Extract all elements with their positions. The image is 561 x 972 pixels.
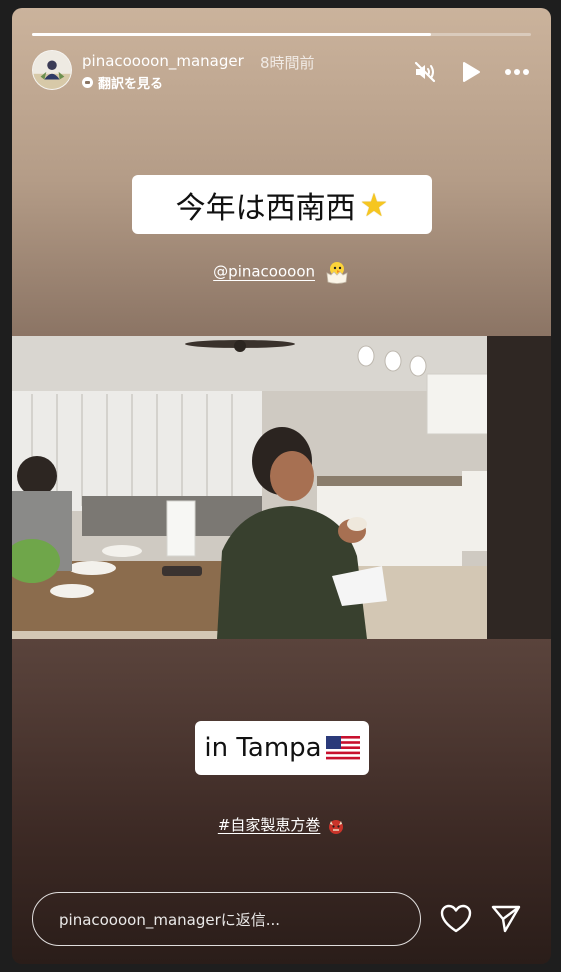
story-controls <box>411 58 531 86</box>
avatar[interactable] <box>32 50 72 90</box>
translate-link[interactable]: 翻訳を見る <box>82 73 163 92</box>
play-button[interactable] <box>457 58 485 86</box>
reply-input[interactable]: pinacoooon_managerに返信... <box>32 892 421 946</box>
us-flag-emoji <box>325 736 360 760</box>
speaker-muted-icon <box>414 61 436 83</box>
hashtag-sticker[interactable]: #自家製恵方巻 <box>12 814 551 835</box>
translate-label: 翻訳を見る <box>98 77 164 92</box>
title-sticker-text: 今年は西南西 <box>175 190 356 226</box>
story-progress-fill <box>32 33 432 36</box>
title-sticker: 今年は西南西 ★ <box>132 175 432 234</box>
location-sticker: in Tampa <box>195 721 369 775</box>
like-button[interactable] <box>440 904 472 934</box>
hashtag-text[interactable]: #自家製恵方巻 <box>218 816 321 834</box>
send-icon <box>491 905 521 933</box>
send-button[interactable] <box>490 904 522 934</box>
heart-icon <box>440 904 472 933</box>
more-options-button[interactable] <box>503 58 531 86</box>
play-icon <box>463 62 480 82</box>
mute-button[interactable] <box>411 58 439 86</box>
more-dots-icon <box>505 69 529 75</box>
star-emoji: ★ <box>359 185 389 224</box>
mention-sticker[interactable]: @pinacoooon <box>12 260 551 284</box>
translate-icon <box>82 77 93 88</box>
story-photo <box>12 336 551 639</box>
reply-placeholder: pinacoooon_managerに返信... <box>59 910 281 929</box>
story-header: pinacoooon_manager 8時間前 翻訳を見る <box>32 50 531 94</box>
ogre-emoji <box>329 819 344 834</box>
mention-text[interactable]: @pinacoooon <box>213 263 315 281</box>
username[interactable]: pinacoooon_manager <box>82 52 244 70</box>
hatching-chick-emoji <box>326 262 348 284</box>
location-sticker-text: in Tampa <box>204 733 322 763</box>
story-progress-bar <box>32 33 531 36</box>
timestamp: 8時間前 <box>260 54 315 72</box>
story-viewer[interactable]: pinacoooon_manager 8時間前 翻訳を見る 今年は西南西 ★ @… <box>12 8 551 964</box>
